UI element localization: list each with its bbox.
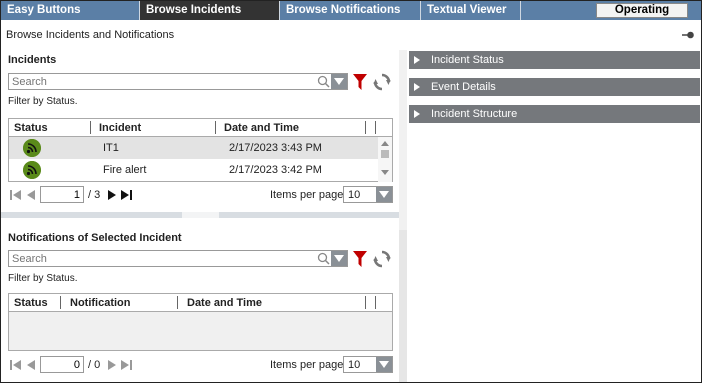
panel-incident-structure[interactable]: Incident Structure [409, 105, 700, 123]
panel-incident-status[interactable]: Incident Status [409, 51, 700, 69]
chevron-down-icon[interactable] [376, 357, 392, 372]
panel-event-details[interactable]: Event Details [409, 78, 700, 96]
notifications-pager: / 0 Items per page: 10 [8, 356, 393, 374]
incidents-grid: Status Incident Date and Time IT1 2/17/2… [8, 118, 393, 182]
chevron-down-icon[interactable] [376, 187, 392, 202]
notifications-search-input[interactable] [9, 251, 309, 266]
incident-name: IT1 [103, 142, 119, 154]
table-row[interactable]: IT1 2/17/2023 3:43 PM [9, 137, 379, 159]
notifications-grid-header: Status Notification Date and Time [9, 294, 392, 312]
last-page-icon[interactable] [120, 189, 132, 201]
notifications-grid: Status Notification Date and Time [8, 293, 393, 351]
search-icon[interactable] [317, 252, 330, 265]
expand-arrow-icon [414, 83, 420, 91]
last-page-icon[interactable] [120, 359, 132, 371]
notifications-page-input[interactable] [40, 356, 84, 373]
incidents-search-input[interactable] [9, 74, 309, 89]
left-panel: Incidents Filter by Status. Status Incid… [1, 50, 400, 382]
status-signal-icon [23, 161, 41, 179]
tab-bar: Easy Buttons Browse Incidents Browse Not… [1, 1, 701, 20]
first-page-icon[interactable] [10, 359, 22, 371]
col-date-time[interactable]: Date and Time [187, 297, 262, 309]
incidents-scrollbar[interactable] [378, 137, 392, 182]
incidents-page-total: / 3 [88, 189, 101, 201]
search-dropdown-button[interactable] [331, 74, 347, 89]
col-status[interactable]: Status [14, 297, 48, 309]
incident-datetime: 2/17/2023 3:43 PM [229, 142, 322, 154]
incidents-title: Incidents [8, 54, 57, 66]
incidents-search-box[interactable] [8, 73, 348, 90]
table-row[interactable]: Fire alert 2/17/2023 3:42 PM [9, 159, 379, 181]
search-dropdown-button[interactable] [331, 251, 347, 266]
pin-icon[interactable] [682, 31, 694, 39]
next-page-icon[interactable] [106, 189, 118, 201]
prev-page-icon[interactable] [25, 359, 37, 371]
search-icon[interactable] [317, 75, 330, 88]
next-page-icon[interactable] [106, 359, 118, 371]
vertical-splitter[interactable] [399, 50, 407, 382]
items-per-page-select[interactable]: 10 [343, 356, 393, 373]
items-per-page-label: Items per page: [270, 359, 347, 371]
notifications-grid-body [9, 312, 392, 350]
tab-textual-viewer[interactable]: Textual Viewer [421, 1, 521, 20]
page-title: Browse Incidents and Notifications [6, 29, 175, 41]
horizontal-splitter[interactable] [1, 212, 400, 218]
filter-icon[interactable] [353, 74, 367, 90]
items-per-page-label: Items per page: [270, 189, 347, 201]
col-status[interactable]: Status [14, 122, 48, 134]
incidents-filter-note: Filter by Status. [8, 96, 78, 107]
incident-datetime: 2/17/2023 3:42 PM [229, 164, 322, 176]
tab-browse-incidents[interactable]: Browse Incidents [140, 1, 280, 20]
notifications-title: Notifications of Selected Incident [8, 232, 182, 244]
refresh-icon[interactable] [373, 250, 391, 268]
notifications-filter-note: Filter by Status. [8, 273, 78, 284]
tab-easy-buttons[interactable]: Easy Buttons [1, 1, 140, 20]
notifications-search-box[interactable] [8, 250, 348, 267]
incident-name: Fire alert [103, 164, 147, 176]
first-page-icon[interactable] [10, 189, 22, 201]
items-per-page-select[interactable]: 10 [343, 186, 393, 203]
col-incident[interactable]: Incident [99, 122, 141, 134]
filter-icon[interactable] [353, 251, 367, 267]
col-date-time[interactable]: Date and Time [224, 122, 299, 134]
incidents-pager: / 3 Items per page: 10 [8, 186, 393, 204]
col-notification[interactable]: Notification [70, 297, 131, 309]
expand-arrow-icon [414, 110, 420, 118]
refresh-icon[interactable] [373, 73, 391, 91]
mode-status-indicator[interactable]: Operating [596, 3, 688, 18]
tab-browse-notifications[interactable]: Browse Notifications [280, 1, 421, 20]
notifications-page-total: / 0 [88, 359, 101, 371]
status-signal-icon [23, 139, 41, 157]
expand-arrow-icon [414, 56, 420, 64]
incidents-grid-header: Status Incident Date and Time [9, 119, 392, 137]
prev-page-icon[interactable] [25, 189, 37, 201]
incidents-page-input[interactable] [40, 186, 84, 203]
